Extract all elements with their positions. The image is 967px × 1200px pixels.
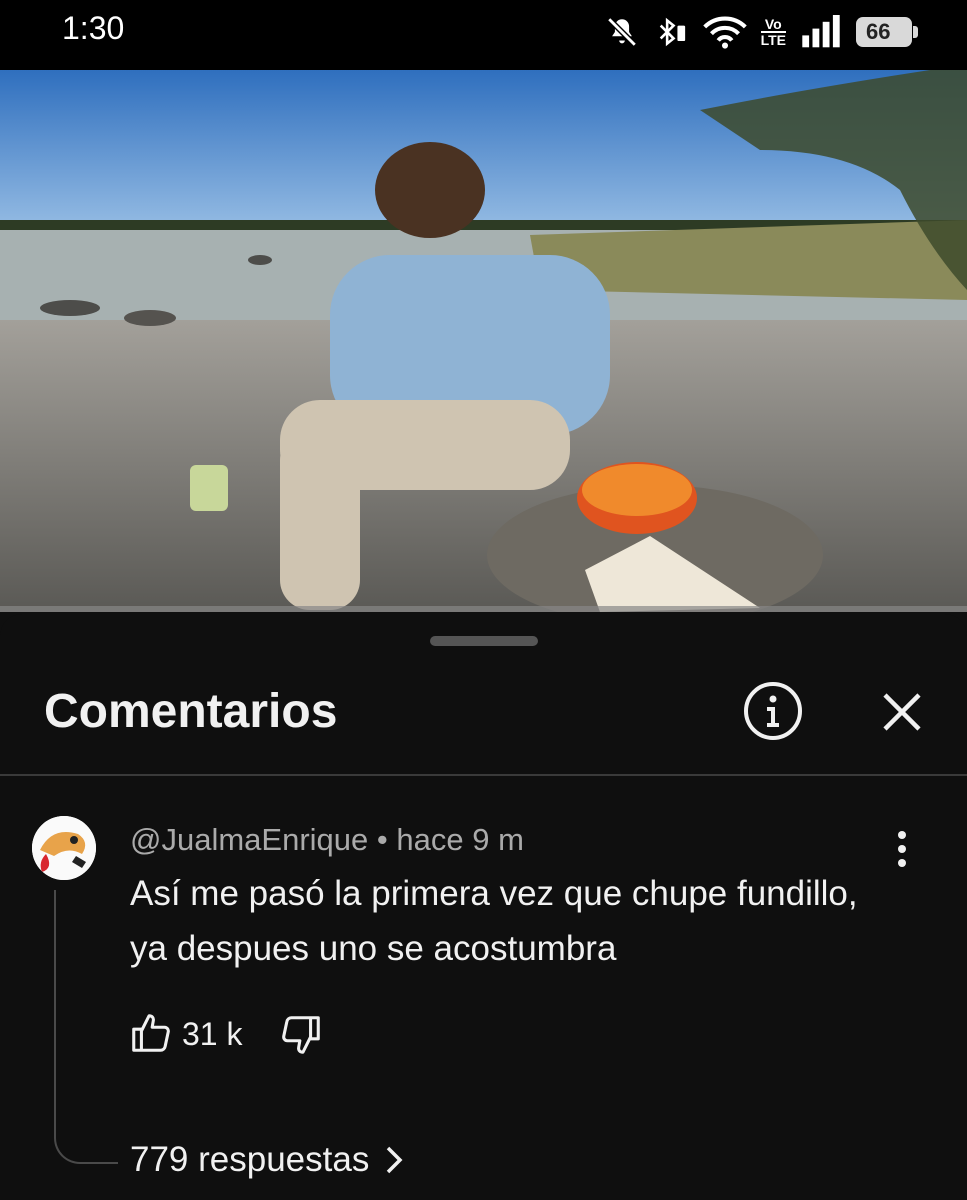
header-divider bbox=[0, 774, 967, 776]
avatar-image bbox=[32, 816, 96, 880]
replies-label: 779 respuestas bbox=[130, 1140, 370, 1179]
comment-meta: @JualmaEnrique • hace 9 m bbox=[130, 822, 524, 858]
comment-text: Así me pasó la primera vez que chupe fun… bbox=[130, 874, 858, 968]
status-bar: 1:30 Vo LTE 66 bbox=[0, 0, 967, 70]
comment-author[interactable]: @JualmaEnrique bbox=[130, 822, 368, 857]
bluetooth-icon bbox=[659, 17, 685, 47]
thumbs-down-icon bbox=[282, 1016, 320, 1054]
info-icon bbox=[744, 682, 802, 740]
close-button[interactable] bbox=[872, 682, 932, 742]
volte-icon: Vo LTE bbox=[760, 16, 786, 48]
status-time: 1:30 bbox=[62, 10, 125, 46]
drag-handle[interactable] bbox=[430, 636, 538, 646]
dislike-button[interactable] bbox=[278, 1012, 324, 1058]
video-progress-bar[interactable] bbox=[0, 606, 967, 612]
status-icons: Vo LTE 66 bbox=[605, 12, 918, 52]
volte-top-label: Vo bbox=[764, 16, 782, 32]
view-replies-button[interactable]: 779 respuestas bbox=[130, 1140, 405, 1180]
close-icon bbox=[883, 693, 921, 731]
thumbs-up-icon bbox=[132, 1014, 170, 1052]
more-vert-icon bbox=[898, 831, 906, 867]
chevron-right-icon bbox=[387, 1146, 403, 1174]
meta-separator: • bbox=[376, 822, 388, 857]
avatar[interactable] bbox=[32, 816, 96, 880]
comment-options-button[interactable] bbox=[886, 826, 918, 872]
bell-off-icon bbox=[606, 17, 637, 47]
info-button[interactable] bbox=[742, 680, 804, 742]
battery-icon: 66 bbox=[856, 17, 918, 47]
like-count: 31 k bbox=[182, 1016, 243, 1052]
panel-title: Comentarios bbox=[44, 685, 338, 738]
like-button[interactable] bbox=[128, 1010, 174, 1056]
signal-icon bbox=[802, 15, 840, 48]
volte-bottom-label: LTE bbox=[760, 31, 786, 48]
video-frame bbox=[0, 70, 967, 612]
comment-time: hace 9 m bbox=[396, 822, 524, 857]
reply-thread-line bbox=[54, 890, 118, 1164]
video-player[interactable] bbox=[0, 70, 967, 612]
battery-level: 66 bbox=[866, 19, 891, 44]
wifi-icon bbox=[702, 16, 747, 49]
